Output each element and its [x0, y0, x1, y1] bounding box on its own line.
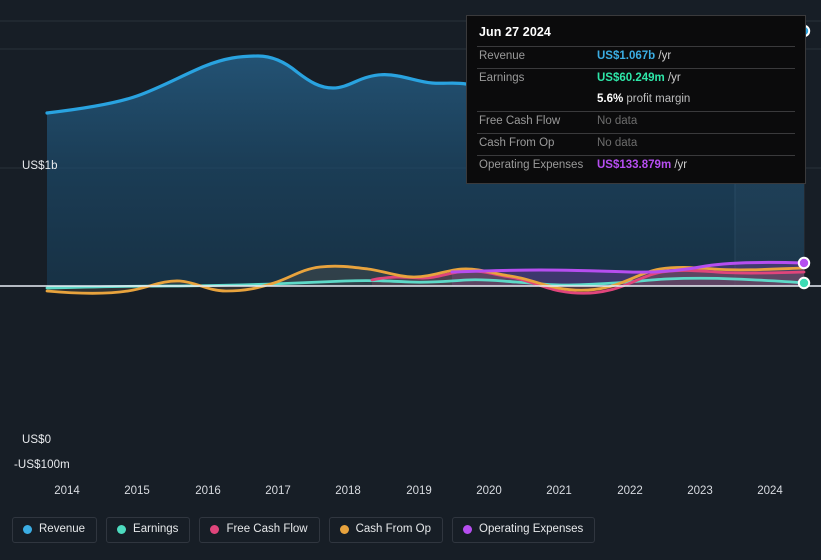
tooltip-amount-operating-expenses: US$133.879m [597, 159, 672, 171]
tooltip-value-revenue: US$1.067b /yr [597, 50, 671, 62]
x-tick-2016: 2016 [195, 485, 221, 497]
legend-dot-revenue-icon [23, 525, 32, 535]
tooltip-value-free-cash-flow: No data [597, 115, 638, 127]
legend-item-earnings[interactable]: Earnings [106, 517, 191, 543]
x-tick-2021: 2021 [546, 485, 572, 497]
x-tick-2019: 2019 [406, 485, 432, 497]
legend-label-operating-expenses: Operating Expenses [479, 523, 584, 535]
tooltip-label-free-cash-flow: Free Cash Flow [479, 115, 561, 127]
chart-legend: Revenue Earnings Free Cash Flow Cash Fro… [12, 517, 596, 543]
tooltip-value-earnings: US$60.249m /yr [597, 72, 681, 84]
legend-dot-earnings-icon [117, 525, 127, 535]
tooltip-value-profit-margin: 5.6% profit margin [597, 93, 690, 105]
tooltip-unit-profit-margin: profit margin [623, 93, 691, 105]
tooltip-value-operating-expenses: US$133.879m /yr [597, 159, 687, 171]
tooltip-amount-earnings: US$60.249m [597, 72, 665, 84]
tooltip-unit-operating-expenses: /yr [671, 159, 688, 171]
tooltip-row-profit-margin: 5.6% profit margin [477, 90, 795, 111]
tooltip-row-revenue: Revenue US$1.067b /yr [477, 46, 795, 68]
legend-dot-cash-from-op-icon [339, 525, 349, 535]
x-tick-2020: 2020 [476, 485, 502, 497]
tooltip-value-cash-from-op: No data [597, 137, 638, 149]
earnings-endpoint-marker [797, 276, 811, 290]
operating-expenses-endpoint-marker [797, 256, 811, 270]
tooltip-unit-earnings: /yr [664, 72, 681, 84]
tooltip-label-operating-expenses: Operating Expenses [479, 159, 584, 171]
x-tick-2015: 2015 [124, 485, 150, 497]
x-tick-2017: 2017 [265, 485, 291, 497]
y-axis-label-bottom: -US$100m [14, 459, 70, 471]
legend-item-operating-expenses[interactable]: Operating Expenses [452, 517, 596, 543]
financial-chart-screen: US$1b US$0 -US$100m 2014 2015 2016 2017 … [0, 0, 821, 560]
tooltip-row-earnings: Earnings US$60.249m /yr [477, 68, 795, 90]
legend-item-cash-from-op[interactable]: Cash From Op [328, 517, 444, 543]
x-tick-2014: 2014 [54, 485, 80, 497]
legend-label-free-cash-flow: Free Cash Flow [226, 523, 308, 535]
legend-item-revenue[interactable]: Revenue [12, 517, 98, 543]
legend-dot-operating-expenses-icon [463, 525, 473, 535]
tooltip-row-operating-expenses: Operating Expenses US$133.879m /yr [477, 155, 795, 177]
tooltip-unit-revenue: /yr [655, 50, 672, 62]
legend-label-revenue: Revenue [39, 523, 86, 535]
tooltip-date: Jun 27 2024 [479, 25, 551, 39]
x-tick-2023: 2023 [687, 485, 713, 497]
x-tick-2018: 2018 [335, 485, 361, 497]
chart-tooltip: Jun 27 2024 Revenue US$1.067b /yr Earnin… [466, 15, 806, 184]
x-tick-2024: 2024 [757, 485, 783, 497]
tooltip-amount-profit-margin: 5.6% [597, 93, 624, 105]
y-axis-label-zero: US$0 [22, 434, 52, 446]
x-tick-2022: 2022 [617, 485, 643, 497]
tooltip-row-cash-from-op: Cash From Op No data [477, 133, 795, 155]
tooltip-row-free-cash-flow: Free Cash Flow No data [477, 111, 795, 133]
tooltip-amount-revenue: US$1.067b [597, 50, 656, 62]
legend-label-earnings: Earnings [133, 523, 179, 535]
legend-item-free-cash-flow[interactable]: Free Cash Flow [199, 517, 320, 543]
tooltip-label-earnings: Earnings [479, 72, 525, 84]
legend-label-cash-from-op: Cash From Op [355, 523, 432, 535]
tooltip-label-revenue: Revenue [479, 50, 526, 62]
tooltip-label-cash-from-op: Cash From Op [479, 137, 555, 149]
y-axis-label-top: US$1b [22, 160, 58, 172]
legend-dot-free-cash-flow-icon [210, 525, 220, 535]
